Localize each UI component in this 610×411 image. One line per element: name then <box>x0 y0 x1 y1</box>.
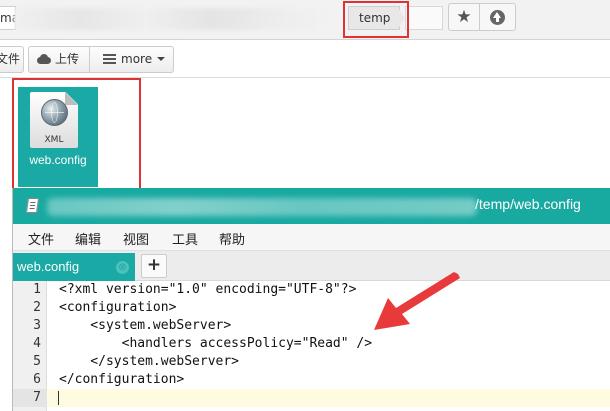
menu-tools[interactable]: 工具 <box>172 229 198 248</box>
cloud-upload-icon <box>37 54 51 64</box>
go-up-button[interactable] <box>480 3 516 31</box>
annotation-highlight-file <box>12 78 141 191</box>
caret-down-icon <box>157 57 166 61</box>
line-text: <handlers accessPolicy="Read" /> <box>59 336 373 351</box>
upload-button[interactable]: 上传 <box>28 46 90 73</box>
editor-title: /temp/web.config <box>475 196 581 212</box>
line-number: 5 <box>33 354 41 369</box>
line-number: 2 <box>33 300 41 315</box>
breadcrumb-tail <box>405 6 443 30</box>
file-toolbar: 文件 上传 more <box>0 40 610 78</box>
code-line: 1 <?xml version="1.0" encoding="UTF-8"?> <box>13 281 610 299</box>
line-text: <configuration> <box>59 300 177 315</box>
upload-button-label: 上传 <box>55 52 80 66</box>
arrow-up-circle-icon <box>490 10 505 25</box>
annotation-highlight-temp <box>343 1 409 38</box>
editor-tabbar: web.config ⊗ + <box>13 251 610 281</box>
editor-window: /temp/web.config 文件 编辑 视图 工具 帮助 web.conf… <box>12 188 610 411</box>
code-line: 4 <handlers accessPolicy="Read" /> <box>13 335 610 353</box>
list-icon <box>103 54 116 64</box>
file-button[interactable]: 文件 <box>0 46 24 73</box>
more-button[interactable]: more <box>90 46 174 73</box>
line-text: <?xml version="1.0" encoding="UTF-8"?> <box>59 282 357 297</box>
close-tab-icon[interactable]: ⊗ <box>116 261 129 274</box>
line-number: 6 <box>33 372 41 387</box>
menu-file[interactable]: 文件 <box>28 229 54 248</box>
annotation-arrow <box>374 272 460 330</box>
menu-help[interactable]: 帮助 <box>219 229 245 248</box>
editor-menubar: 文件 编辑 视图 工具 帮助 <box>13 224 610 251</box>
add-tab-button[interactable]: + <box>141 254 167 278</box>
editor-titlebar: /temp/web.config <box>13 188 610 224</box>
line-text: </configuration> <box>59 372 185 387</box>
favorite-button[interactable]: ★ <box>448 3 480 31</box>
text-cursor <box>58 391 59 405</box>
screen: ma temp ★ 文件 上传 more XML web.config /tem… <box>0 0 610 411</box>
line-text: <system.webServer> <box>59 318 232 333</box>
code-area[interactable]: 1 <?xml version="1.0" encoding="UTF-8"?> … <box>13 281 610 411</box>
blurred-title-path <box>47 198 477 216</box>
code-line: 5 </system.webServer> <box>13 353 610 371</box>
tab-web-config-label: web.config <box>17 259 80 274</box>
code-line: 2 <configuration> <box>13 299 610 317</box>
annotation-arrow-shape <box>374 272 460 330</box>
line-number: 1 <box>33 282 41 297</box>
menu-view[interactable]: 视图 <box>123 229 149 248</box>
line-number: 3 <box>33 318 41 333</box>
more-button-label: more <box>121 52 153 66</box>
blurred-breadcrumb-path <box>14 8 344 30</box>
code-line-active: 7 <box>13 389 610 407</box>
tab-web-config[interactable]: web.config ⊗ <box>13 253 135 281</box>
star-icon: ★ <box>456 7 472 27</box>
editor-app-icon <box>25 198 40 213</box>
menu-edit[interactable]: 编辑 <box>75 229 101 248</box>
line-text: </system.webServer> <box>59 354 240 369</box>
line-number: 7 <box>13 389 47 407</box>
code-line: 3 <system.webServer> <box>13 317 610 335</box>
line-number: 4 <box>33 336 41 351</box>
code-line: 6 </configuration> <box>13 371 610 389</box>
file-button-label: 文件 <box>0 52 21 66</box>
breadcrumb-bar: ma temp ★ <box>0 0 610 40</box>
